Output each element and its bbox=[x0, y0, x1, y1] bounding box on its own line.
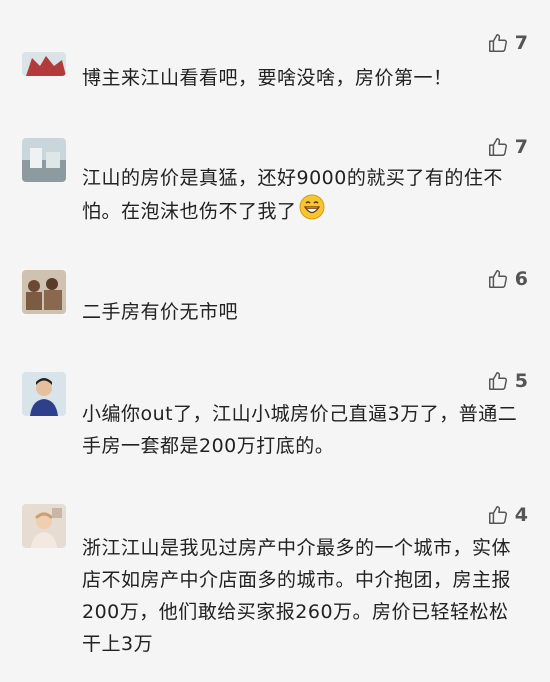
like-count: 7 bbox=[514, 136, 528, 158]
avatar[interactable] bbox=[22, 52, 66, 76]
like-button[interactable]: 7 bbox=[487, 32, 528, 54]
avatar[interactable] bbox=[22, 372, 66, 416]
like-count: 5 bbox=[514, 370, 528, 392]
like-count: 6 bbox=[514, 268, 528, 290]
comment-text: 浙江江山是我见过房产中介最多的一个城市，实体店不如房产中介店面多的城市。中介抱团… bbox=[82, 537, 512, 655]
avatar[interactable] bbox=[22, 270, 66, 314]
like-button[interactable]: 6 bbox=[487, 268, 528, 290]
thumbs-up-icon bbox=[488, 34, 507, 52]
comment-text: 博主来江山看看吧，要啥没啥，房价第一！ bbox=[82, 67, 453, 89]
comment-text: 小编你out了，江山小城房价己直逼3万了，普通二手房一套都是200万打底的。 bbox=[82, 403, 518, 457]
comment-text: 江山的房价是真猛，还好9000的就买了有的住不怕。在泡沫也伤不了我了 bbox=[82, 162, 522, 230]
thumbs-up-icon bbox=[488, 372, 507, 390]
thumbs-up-icon bbox=[488, 506, 507, 524]
comment-text: 二手房有价无市吧 bbox=[82, 301, 239, 323]
like-count: 7 bbox=[514, 32, 528, 54]
like-count: 4 bbox=[514, 504, 528, 526]
thumbs-up-icon bbox=[488, 138, 507, 156]
avatar[interactable] bbox=[22, 138, 66, 182]
like-button[interactable]: 7 bbox=[487, 136, 528, 158]
like-button[interactable]: 4 bbox=[487, 504, 528, 526]
grinning-face-icon bbox=[299, 194, 325, 230]
comment-text-content: 江山的房价是真猛，还好9000的就买了有的住不怕。在泡沫也伤不了我了 bbox=[82, 167, 503, 223]
avatar[interactable] bbox=[22, 504, 66, 548]
like-button[interactable]: 5 bbox=[487, 370, 528, 392]
thumbs-up-icon bbox=[488, 270, 507, 288]
